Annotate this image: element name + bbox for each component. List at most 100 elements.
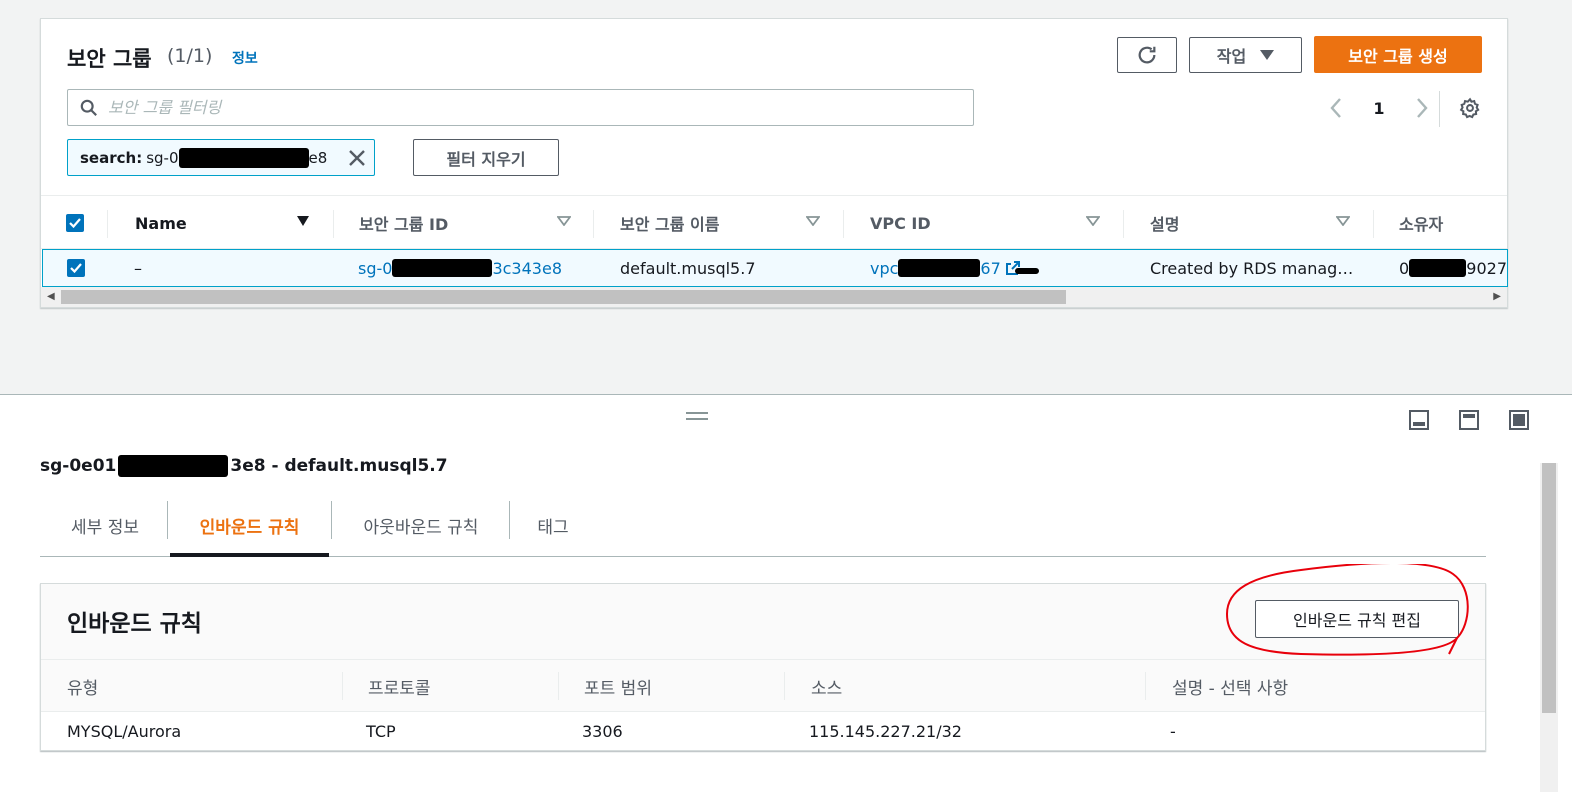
panel-side-icon[interactable] [1458, 409, 1480, 431]
actions-label: 작업 [1216, 47, 1247, 66]
row-checkbox-cell [67, 250, 85, 286]
cell-sg-name: default.musql5.7 [620, 258, 756, 278]
cell-type: MYSQL/Aurora [67, 721, 182, 741]
tab-details[interactable]: 세부 정보 [40, 495, 170, 555]
horizontal-scrollbar[interactable]: ◀ ▶ [41, 287, 1507, 307]
owner-start: 0 [1399, 258, 1410, 278]
sort-icon[interactable] [557, 216, 571, 226]
table-row[interactable]: – sg-0 3c343e8 default.musql5.7 vpc 67 C… [42, 249, 1508, 287]
column-divider [107, 210, 108, 238]
scroll-left-arrow-icon[interactable]: ◀ [47, 291, 55, 302]
edit-inbound-rules-button[interactable]: 인바운드 규칙 편집 [1255, 600, 1459, 638]
sort-desc-icon[interactable] [297, 216, 309, 226]
caret-down-icon [1260, 50, 1275, 60]
cell-source: 115.145.227.21/32 [809, 721, 962, 741]
actions-dropdown[interactable]: 작업 [1189, 37, 1302, 73]
current-page[interactable]: 1 [1373, 99, 1384, 118]
select-all-cell [66, 196, 84, 250]
page-title: 보안 그룹 [67, 47, 152, 71]
column-header-description[interactable]: 설명 [1150, 196, 1179, 250]
drag-handle-icon[interactable] [686, 411, 708, 421]
checkmark-icon [70, 263, 82, 273]
column-header-source: 소스 [811, 678, 843, 699]
column-header-owner[interactable]: 소유자 [1399, 196, 1443, 250]
redaction [178, 147, 309, 168]
gear-icon [1459, 97, 1480, 119]
inbound-rules-card: 인바운드 규칙 인바운드 규칙 편집 유형 프로토콜 포트 범위 소스 설명 -… [40, 564, 1486, 751]
panel-maximize-icon[interactable] [1508, 409, 1530, 431]
vpc-id-link-end[interactable]: 67 [980, 259, 1000, 278]
create-security-group-button[interactable]: 보안 그룹 생성 [1314, 36, 1482, 73]
redaction [1409, 259, 1467, 277]
scrollbar-thumb[interactable] [1542, 463, 1556, 713]
column-header-description: 설명 - 선택 사항 [1172, 678, 1289, 699]
cell-sg-id[interactable]: sg-0 3c343e8 [358, 250, 562, 286]
refresh-icon [1138, 46, 1156, 64]
refresh-button[interactable] [1117, 37, 1177, 73]
sort-icon[interactable] [1086, 216, 1100, 226]
column-header-protocol: 프로토콜 [368, 678, 431, 699]
pagination: 1 [1329, 93, 1429, 123]
cell-description: - [1170, 721, 1176, 741]
row-checkbox[interactable] [67, 259, 85, 277]
inbound-table-header: 유형 프로토콜 포트 범위 소스 설명 - 선택 사항 [41, 660, 1485, 712]
security-groups-panel: 보안 그룹 (1/1) 정보 작업 보안 그룹 생성 1 search: sg-… [40, 18, 1508, 308]
scroll-right-arrow-icon[interactable]: ▶ [1493, 291, 1501, 302]
chevron-right-icon[interactable] [1415, 97, 1429, 119]
vpc-id-link-start[interactable]: vpc [870, 259, 898, 278]
detail-title-start: sg-0e01 [40, 456, 117, 476]
filter-token: search: sg-0 e8 [67, 139, 375, 176]
redaction [898, 259, 981, 277]
split-panel: sg-0e01 3e8 - default.musql5.7 세부 정보 인바운… [0, 394, 1572, 792]
divider [1439, 91, 1440, 127]
column-divider [333, 210, 334, 238]
column-header-vpc-id[interactable]: VPC ID [870, 196, 931, 250]
tab-tags[interactable]: 태그 [510, 495, 596, 555]
info-link[interactable]: 정보 [232, 48, 258, 68]
search-input[interactable] [108, 98, 968, 117]
sort-icon[interactable] [806, 216, 820, 226]
tab-inbound-rules[interactable]: 인바운드 규칙 [170, 495, 329, 555]
owner-end: 9027 [1466, 258, 1507, 278]
chevron-left-icon[interactable] [1329, 97, 1343, 119]
column-divider [1145, 672, 1146, 700]
vertical-scrollbar[interactable] [1540, 463, 1558, 792]
filter-token-value-start: sg-0 [146, 148, 179, 167]
table-row: MYSQL/Aurora TCP 3306 115.145.227.21/32 … [41, 712, 1485, 750]
redaction [392, 259, 493, 277]
column-divider [784, 672, 785, 700]
inbound-rules-header: 인바운드 규칙 인바운드 규칙 편집 [41, 584, 1485, 660]
column-divider [558, 672, 559, 700]
tab-divider [331, 501, 332, 539]
selection-count: (1/1) [167, 45, 213, 67]
cell-description: Created by RDS manag… [1150, 258, 1354, 278]
filter-search[interactable] [67, 89, 974, 126]
cell-protocol: TCP [366, 721, 396, 741]
column-header-type: 유형 [67, 678, 99, 699]
filter-token-key: search: [80, 148, 143, 167]
tab-outbound-rules[interactable]: 아웃바운드 규칙 [334, 495, 508, 555]
search-icon [80, 99, 97, 116]
column-divider [342, 672, 343, 700]
redaction [1014, 268, 1039, 274]
cell-vpc-id[interactable]: vpc 67 [870, 250, 1039, 286]
cell-port-range: 3306 [582, 721, 623, 741]
column-divider [593, 210, 594, 238]
inbound-rules-title: 인바운드 규칙 [67, 611, 202, 637]
clear-filters-button[interactable]: 필터 지우기 [413, 139, 559, 176]
close-icon [349, 150, 365, 166]
column-header-sg-name[interactable]: 보안 그룹 이름 [620, 196, 719, 250]
sg-id-link-start[interactable]: sg-0 [358, 259, 392, 278]
column-header-name[interactable]: Name [135, 196, 187, 250]
column-header-sg-id[interactable]: 보안 그룹 ID [359, 196, 448, 250]
sort-icon[interactable] [1336, 216, 1350, 226]
select-all-checkbox[interactable] [66, 214, 84, 232]
preferences-button[interactable] [1459, 97, 1481, 123]
sg-id-link-end[interactable]: 3c343e8 [492, 259, 562, 278]
detail-tabs: 세부 정보 인바운드 규칙 아웃바운드 규칙 태그 [40, 495, 1486, 557]
scrollbar-thumb[interactable] [61, 290, 1066, 304]
cell-name: – [134, 258, 142, 278]
panel-bottom-icon[interactable] [1408, 409, 1430, 431]
remove-filter-button[interactable] [348, 149, 366, 171]
column-divider [843, 210, 844, 238]
